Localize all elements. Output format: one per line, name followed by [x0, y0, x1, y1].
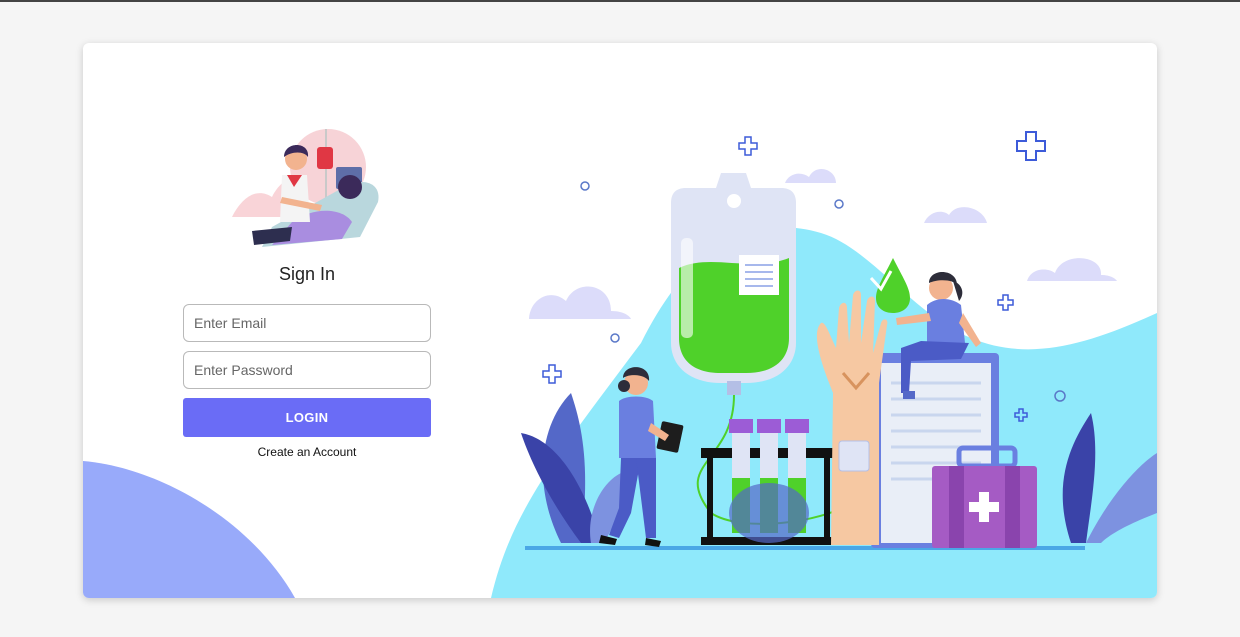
window-top-border	[0, 0, 1240, 2]
email-field[interactable]	[183, 304, 431, 342]
cloud-icon	[1027, 258, 1117, 281]
hero-illustration	[491, 131, 1157, 598]
cloud-icon	[924, 207, 987, 223]
blood-donation-logo-icon	[232, 129, 379, 247]
cloud-icon	[529, 286, 631, 319]
cloud-icon	[785, 169, 836, 183]
login-card: Sign In LOGIN Create an Account	[83, 43, 1157, 598]
page-title: Sign In	[278, 264, 336, 284]
login-button[interactable]: LOGIN	[183, 398, 431, 437]
create-account-link[interactable]: Create an Account	[207, 445, 407, 459]
password-field[interactable]	[183, 351, 431, 389]
